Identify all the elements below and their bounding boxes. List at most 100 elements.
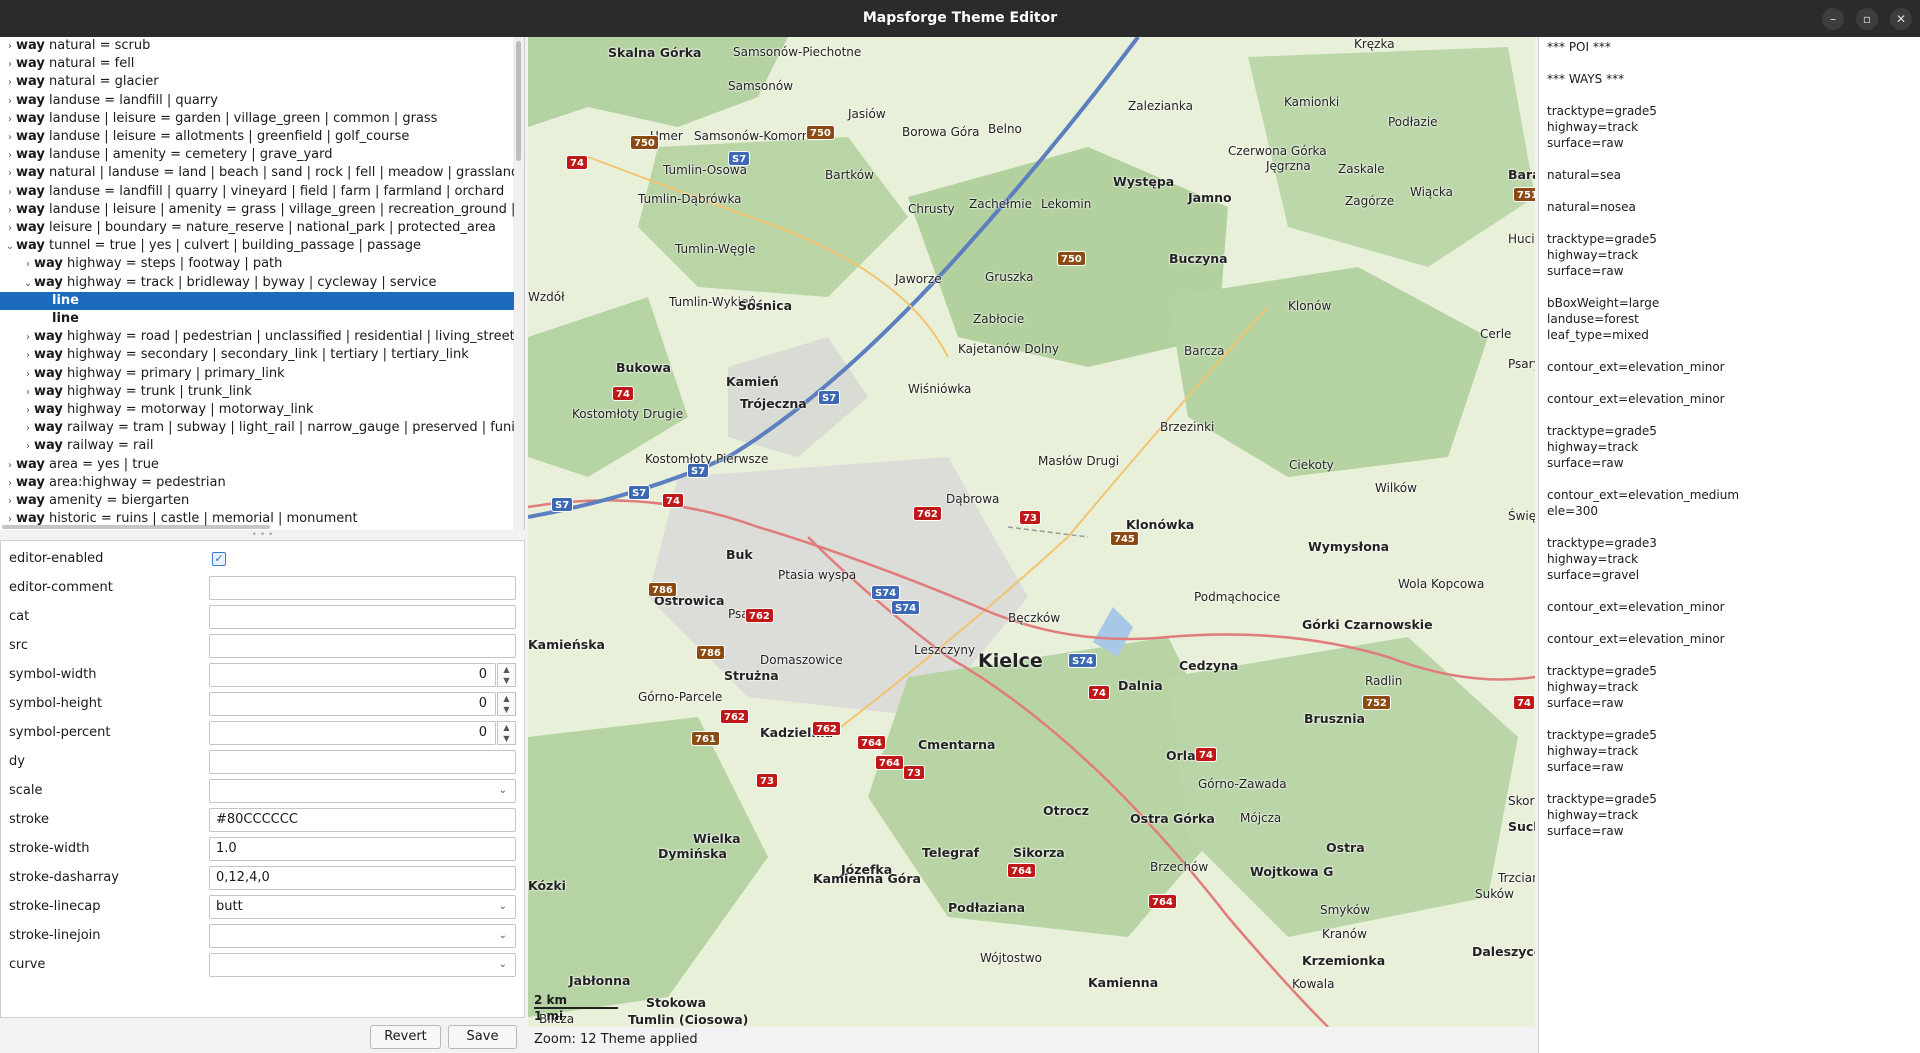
chevron-down-icon[interactable]: ⌄ xyxy=(22,275,34,292)
close-button[interactable]: ✕ xyxy=(1890,8,1912,30)
stroke-width-input[interactable]: 1.0 xyxy=(209,837,516,861)
tree-scroll-thumb[interactable] xyxy=(516,41,521,161)
chevron-right-icon[interactable]: › xyxy=(4,184,16,201)
tree-row[interactable]: › way landuse | amenity = cemetery | grav… xyxy=(0,146,514,164)
tree-row[interactable]: › way highway = primary | primary_link xyxy=(0,365,514,383)
chevron-right-icon[interactable]: › xyxy=(4,511,16,528)
symbol-width-spinner[interactable]: ▲ ▼ xyxy=(497,663,516,687)
tree-row[interactable]: › way natural = scrub xyxy=(0,37,514,55)
tree-vertical-scrollbar[interactable] xyxy=(513,37,524,530)
tree-row[interactable]: › way landuse = landfill | quarry xyxy=(0,92,514,110)
tree-row-keyword: way xyxy=(16,56,45,72)
symbol-percent-spinner[interactable]: ▲ ▼ xyxy=(497,721,516,745)
map-place-label: Stokowa xyxy=(646,995,707,1010)
chevron-right-icon[interactable]: › xyxy=(22,347,34,364)
chevron-right-icon[interactable]: › xyxy=(22,329,34,346)
chevron-right-icon[interactable]: › xyxy=(22,402,34,419)
rule-info-panel[interactable]: *** POI *** *** WAYS *** tracktype=grade5 h… xyxy=(1538,37,1920,1053)
stroke-dasharray-input[interactable]: 0,12,4,0 xyxy=(209,866,516,890)
chevron-right-icon[interactable]: › xyxy=(22,256,34,273)
cat-input[interactable] xyxy=(209,605,516,629)
map-place-label: Kamienna Góra xyxy=(813,871,921,886)
tree-row-label: highway = steps | footway | path xyxy=(62,256,283,272)
chevron-down-icon: ⌄ xyxy=(498,959,507,970)
tree-row[interactable]: › way natural = fell xyxy=(0,55,514,73)
symbol-height-input[interactable]: 0 xyxy=(209,692,496,716)
tree-row[interactable]: › way highway = motorway | motorway_link xyxy=(0,401,514,419)
tree-row[interactable]: › way area:highway = pedestrian xyxy=(0,474,514,492)
map-place-label: Borowa Góra xyxy=(902,125,980,139)
tree-row[interactable]: line xyxy=(0,310,514,328)
tree-row[interactable]: › way landuse | leisure = garden | villag… xyxy=(0,110,514,128)
tree-row[interactable]: › way railway = rail xyxy=(0,437,514,455)
map-place-label: Hucisko xyxy=(1508,232,1535,246)
tree-row[interactable]: › way leisure | boundary = nature_reserve… xyxy=(0,219,514,237)
tree-row[interactable]: › way area = yes | true xyxy=(0,456,514,474)
tree-row[interactable]: › way highway = trunk | trunk_link xyxy=(0,383,514,401)
tree-row[interactable]: ⌄ way highway = track | bridleway | byway… xyxy=(0,274,514,292)
chevron-right-icon[interactable]: › xyxy=(4,165,16,182)
editor-comment-input[interactable] xyxy=(209,576,516,600)
tree-row[interactable]: › way highway = steps | footway | path xyxy=(0,255,514,273)
dy-input[interactable] xyxy=(209,750,516,774)
revert-button[interactable]: Revert xyxy=(370,1025,441,1049)
maximize-button[interactable]: ▫ xyxy=(1856,8,1878,30)
tree-row[interactable]: › way natural | landuse = land | beach | … xyxy=(0,164,514,182)
chevron-right-icon[interactable]: › xyxy=(22,366,34,383)
map-place-label: Jęgrzna xyxy=(1266,159,1311,173)
tree-row[interactable]: › way landuse | leisure = allotments | gr… xyxy=(0,128,514,146)
chevron-right-icon[interactable]: › xyxy=(4,129,16,146)
chevron-right-icon[interactable]: › xyxy=(4,220,16,237)
theme-tree[interactable]: › way natural = scrub › way natural = fell ›… xyxy=(0,37,525,530)
road-number-shield: 764 xyxy=(1007,863,1036,878)
stroke-linecap-dropdown[interactable]: butt ⌄ xyxy=(209,895,516,919)
save-button[interactable]: Save xyxy=(448,1025,517,1049)
src-input[interactable] xyxy=(209,634,516,658)
chevron-right-icon[interactable]: › xyxy=(4,493,16,510)
tree-row[interactable]: › way historic = ruins | castle | memoria… xyxy=(0,510,514,528)
chevron-right-icon[interactable]: › xyxy=(4,74,16,91)
editor-enabled-checkbox[interactable]: ✓ xyxy=(212,552,226,566)
tree-row-label: area = yes | true xyxy=(44,456,159,472)
rule-info-line: highway=track xyxy=(1547,680,1639,694)
chevron-right-icon[interactable]: › xyxy=(4,475,16,492)
tree-row[interactable]: › way amenity = biergarten xyxy=(0,492,514,510)
tree-row[interactable]: › way landuse = landfill | quarry | viney… xyxy=(0,183,514,201)
panel-splitter-handle[interactable]: • • • xyxy=(0,531,525,540)
map-view[interactable]: Skalna Górka Samsonów-Piechotne Samsonów Ja… xyxy=(528,37,1535,1027)
chevron-down-icon: ⌄ xyxy=(498,930,507,941)
tree-row-label: landuse | leisure | amenity = grass | vi… xyxy=(48,201,514,217)
chevron-right-icon[interactable]: › xyxy=(4,147,16,164)
curve-label: curve xyxy=(9,957,46,972)
left-panel: › way natural = scrub › way natural = fell ›… xyxy=(0,37,528,1053)
chevron-right-icon[interactable]: › xyxy=(22,438,34,455)
tree-row[interactable]: line xyxy=(0,291,514,310)
tree-row[interactable]: › way natural = glacier xyxy=(0,73,514,91)
minimize-button[interactable]: – xyxy=(1822,8,1844,30)
chevron-right-icon[interactable]: › xyxy=(22,384,34,401)
tree-row[interactable]: › way railway = tram | subway | light_rai… xyxy=(0,419,514,437)
tree-row[interactable]: › way highway = secondary | secondary_lin… xyxy=(0,346,514,364)
prop-row-symbol-height: symbol-height 0 ▲ ▼ xyxy=(1,690,525,719)
chevron-right-icon[interactable]: › xyxy=(22,420,34,437)
chevron-right-icon[interactable]: › xyxy=(4,111,16,128)
prop-row-dy: dy xyxy=(1,748,525,777)
tree-row[interactable]: › way landuse | leisure | amenity = grass… xyxy=(0,201,514,219)
stroke-input[interactable]: #80CCCCCC xyxy=(209,808,516,832)
symbol-height-spinner[interactable]: ▲ ▼ xyxy=(497,692,516,716)
scale-dropdown[interactable]: ⌄ xyxy=(209,779,516,803)
chevron-right-icon[interactable]: › xyxy=(4,38,16,55)
curve-dropdown[interactable]: ⌄ xyxy=(209,953,516,977)
tree-row[interactable]: ⌄ way tunnel = true | yes | culvert | bui… xyxy=(0,237,514,255)
map-place-label: Belno xyxy=(988,122,1022,136)
symbol-percent-input[interactable]: 0 xyxy=(209,721,496,745)
chevron-right-icon[interactable]: › xyxy=(4,202,16,219)
symbol-width-input[interactable]: 0 xyxy=(209,663,496,687)
chevron-right-icon[interactable]: › xyxy=(4,56,16,73)
tree-row[interactable]: › way highway = road | pedestrian | uncla… xyxy=(0,328,514,346)
stroke-linejoin-dropdown[interactable]: ⌄ xyxy=(209,924,516,948)
chevron-right-icon[interactable]: › xyxy=(4,93,16,110)
src-label: src xyxy=(9,638,28,653)
chevron-right-icon[interactable]: › xyxy=(4,457,16,474)
chevron-down-icon[interactable]: ⌄ xyxy=(4,238,16,255)
